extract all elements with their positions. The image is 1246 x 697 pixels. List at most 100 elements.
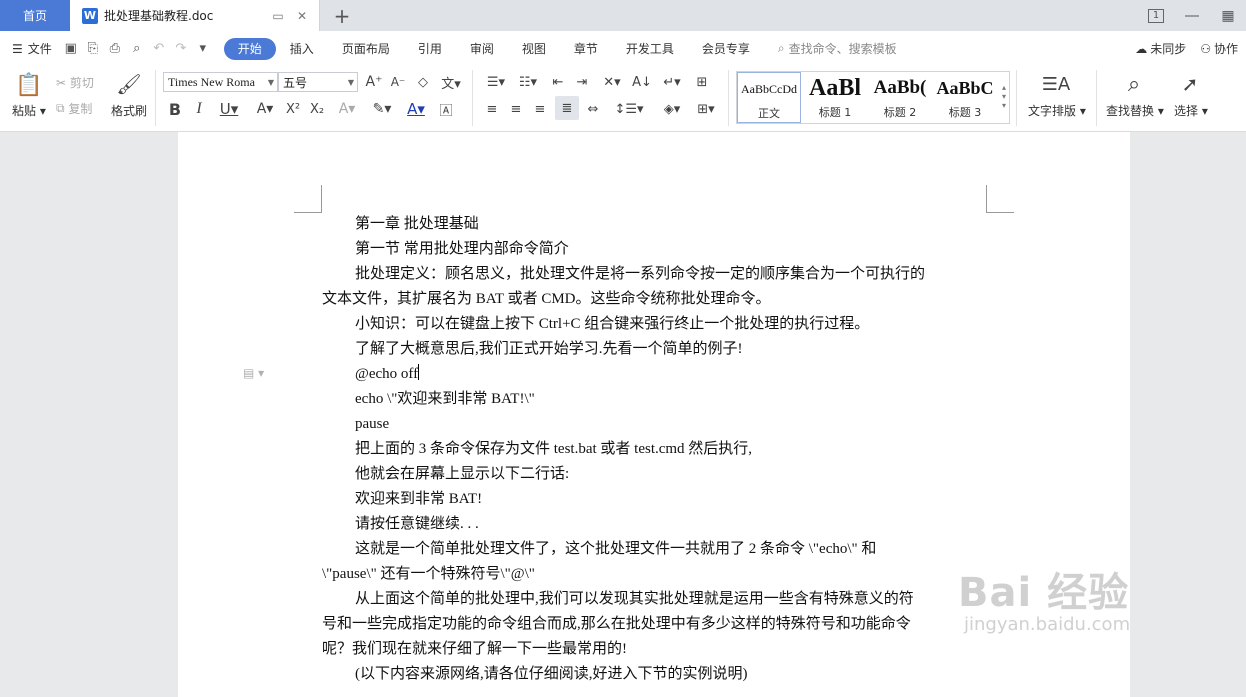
paragraph-options-icon[interactable]: ▤ ▾ bbox=[243, 366, 264, 380]
copy-button[interactable]: ⧉ 复制 bbox=[56, 100, 92, 117]
float-window-icon[interactable]: ▭ bbox=[269, 7, 287, 25]
style-sample: AaBbC bbox=[936, 78, 994, 98]
font-color-icon[interactable]: A▾ bbox=[402, 98, 430, 120]
document-tab[interactable]: W 批处理基础教程.doc ▭ ✕ bbox=[70, 0, 320, 31]
close-tab-icon[interactable]: ✕ bbox=[293, 7, 311, 25]
paste-button[interactable]: 粘贴 ▾ bbox=[12, 102, 46, 119]
export-pdf-icon[interactable]: ⎘ bbox=[82, 38, 104, 60]
document-tab-title: 批处理基础教程.doc bbox=[104, 9, 214, 23]
distributed-icon[interactable]: ⇔ bbox=[583, 98, 603, 120]
clear-format-icon[interactable]: ◇ bbox=[412, 72, 434, 92]
bullet-list-icon[interactable]: ☰▾ bbox=[482, 72, 510, 92]
hamburger-icon: ☰ bbox=[12, 41, 23, 56]
menu-bar: ☰ 文件 ▣ ⎘ ⎙ ⌕ ↶ ↷ ▾ 开始 插入 页面布局 引用 审阅 视图 章节 开发工具会… bbox=[0, 31, 1246, 66]
select-cursor-icon[interactable]: ➚ bbox=[1178, 70, 1202, 98]
styles-scroll-icon[interactable]: ▴ ▾ ▾ bbox=[1000, 72, 1008, 120]
tab-8[interactable]: 会员专享 bbox=[688, 38, 764, 60]
font-name-select[interactable]: Times New Roma ▼ bbox=[163, 72, 278, 92]
numbered-list-icon[interactable]: ☷▾ bbox=[514, 72, 542, 92]
tab-7[interactable]: 开发工具 bbox=[612, 38, 688, 60]
tab-5[interactable]: 视图 bbox=[508, 38, 560, 60]
tab-3[interactable]: 引用 bbox=[404, 38, 456, 60]
format-painter-icon[interactable]: 🖌 bbox=[116, 70, 142, 98]
styles-gallery: AaBbCcDd 正文 AaBl 标题 1 AaBb(标题 2 AaBbC 标题 3 bbox=[736, 71, 1010, 124]
find-replace-icon[interactable]: ⌕ bbox=[1120, 70, 1148, 98]
increase-font-icon[interactable]: A⁺ bbox=[364, 72, 384, 92]
redo-icon[interactable]: ↷ bbox=[170, 38, 192, 60]
tab-0[interactable]: 开始 bbox=[223, 37, 276, 60]
show-marks-icon[interactable]: ↵▾ bbox=[658, 72, 686, 92]
superscript-icon[interactable]: X² bbox=[283, 98, 303, 120]
document-line: 小知识：可以在键盘上按下 Ctrl+C 组合键来强行终止一个批处理的执行过程。 bbox=[322, 314, 990, 334]
document-line-text: 把上面的 3 条命令保存为文件 test.bat 或者 test.cmd 然后执… bbox=[355, 441, 753, 457]
select-button[interactable]: 选择 ▾ bbox=[1174, 102, 1208, 119]
decrease-font-icon[interactable]: A⁻ bbox=[388, 72, 408, 92]
borders-icon[interactable]: ⊞▾ bbox=[692, 98, 720, 120]
style-item-2[interactable]: AaBb(标题 2 bbox=[868, 72, 932, 123]
char-border-icon[interactable]: 🄰 bbox=[436, 98, 456, 120]
document-line-text: 请按任意键继续. . . bbox=[355, 516, 479, 532]
text-effect-icon[interactable]: A▾ bbox=[333, 98, 361, 120]
title-bar: 首页 W 批处理基础教程.doc ▭ ✕ + 1 ― ▦ bbox=[0, 0, 1246, 31]
file-menu-button[interactable]: ☰ 文件 bbox=[12, 40, 52, 57]
tab-6[interactable]: 章节 bbox=[560, 38, 612, 60]
align-center-icon[interactable]: ≡ bbox=[506, 98, 526, 120]
quick-access-dropdown-icon[interactable]: ▾ bbox=[192, 38, 214, 60]
sync-status-button[interactable]: ☁ 未同步 bbox=[1135, 40, 1186, 57]
style-item-1[interactable]: AaBl 标题 1 bbox=[803, 72, 867, 123]
subscript-icon[interactable]: X₂ bbox=[307, 98, 327, 120]
scissors-icon: ✂ bbox=[56, 75, 67, 90]
new-tab-button[interactable]: + bbox=[320, 0, 364, 31]
format-painter-button[interactable]: 格式刷 bbox=[111, 102, 147, 119]
sort-icon[interactable]: A↓ bbox=[632, 72, 652, 92]
collaborate-icon: ⚇ bbox=[1200, 41, 1211, 56]
apps-grid-icon[interactable]: ▦ bbox=[1210, 0, 1246, 31]
style-sample: AaBl bbox=[808, 75, 861, 101]
highlight-icon[interactable]: ✎▾ bbox=[367, 98, 397, 120]
tab-2[interactable]: 页面布局 bbox=[328, 38, 404, 60]
find-replace-button[interactable]: 查找替换 ▾ bbox=[1106, 102, 1164, 119]
shading-icon[interactable]: ◈▾ bbox=[658, 98, 686, 120]
increase-indent-icon[interactable]: ⇥ bbox=[572, 72, 592, 92]
document-line: pause bbox=[322, 414, 990, 434]
save-icon[interactable]: ▣ bbox=[60, 38, 82, 60]
decrease-indent-icon[interactable]: ⇤ bbox=[548, 72, 568, 92]
style-name: 正文 bbox=[758, 107, 780, 120]
paste-icon[interactable]: 📋 bbox=[14, 70, 44, 100]
home-tab[interactable]: 首页 bbox=[0, 0, 70, 31]
chinese-layout-icon[interactable]: ✕▾ bbox=[598, 72, 626, 92]
justify-icon[interactable]: ≣ bbox=[555, 96, 579, 120]
strikethrough-icon[interactable]: A▾ bbox=[250, 98, 280, 120]
cut-button[interactable]: ✂ 剪切 bbox=[56, 74, 94, 91]
tab-ruler-icon[interactable]: ⊞ bbox=[692, 72, 712, 92]
minimize-icon[interactable]: ― bbox=[1174, 0, 1210, 31]
italic-icon[interactable]: I bbox=[190, 98, 208, 120]
text-layout-button[interactable]: 文字排版 ▾ bbox=[1028, 102, 1086, 119]
style-item-3[interactable]: AaBbC 标题 3 bbox=[933, 72, 997, 123]
text-layout-icon[interactable]: ☰A bbox=[1042, 70, 1070, 98]
document-line: 把上面的 3 条命令保存为文件 test.bat 或者 test.cmd 然后执… bbox=[322, 439, 990, 459]
line-spacing-icon[interactable]: ↕☰▾ bbox=[614, 98, 644, 120]
align-left-icon[interactable]: ≡ bbox=[482, 98, 502, 120]
document-line-text: 第一章 批处理基础 bbox=[355, 216, 479, 232]
print-preview-icon[interactable]: ⌕ bbox=[126, 38, 148, 60]
document-line: echo \"欢迎来到非常 BAT!\" bbox=[322, 389, 990, 409]
document-line-text: 呢？我们现在就来仔细了解一下一些最常用的! bbox=[322, 641, 627, 657]
style-item-0[interactable]: AaBbCcDd 正文 bbox=[737, 72, 801, 123]
print-icon[interactable]: ⎙ bbox=[104, 38, 126, 60]
collaborate-button[interactable]: ⚇ 协作 bbox=[1200, 40, 1238, 57]
baidu-watermark: Bai 经验 jingyan.baidu.com bbox=[958, 560, 1198, 680]
underline-icon[interactable]: U▾ bbox=[214, 98, 244, 120]
undo-icon[interactable]: ↶ bbox=[148, 38, 170, 60]
tab-1[interactable]: 插入 bbox=[276, 38, 328, 60]
command-search[interactable]: ⌕ 查找命令、搜索模板 bbox=[778, 40, 897, 57]
window-count-badge: 1 bbox=[1147, 8, 1165, 23]
watermark-url: jingyan.baidu.com bbox=[964, 614, 1131, 635]
font-size-select[interactable]: 五号 ▼ bbox=[278, 72, 358, 92]
align-right-icon[interactable]: ≡ bbox=[530, 98, 550, 120]
bold-icon[interactable]: B bbox=[166, 98, 184, 120]
phonetic-guide-icon[interactable]: 文▾ bbox=[438, 72, 464, 92]
tab-4[interactable]: 审阅 bbox=[456, 38, 508, 60]
document-line-text: @echo off bbox=[355, 366, 419, 382]
window-count-button[interactable]: 1 bbox=[1138, 0, 1174, 31]
